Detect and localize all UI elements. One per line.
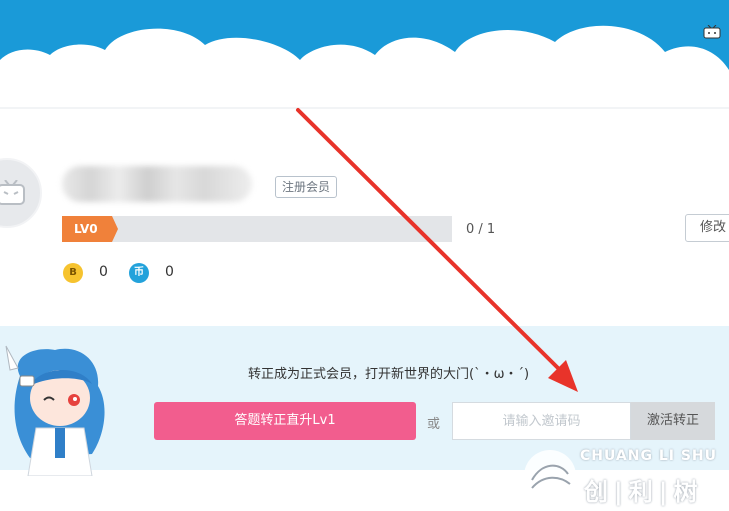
level-badge: LV0	[62, 216, 118, 242]
username-blurred	[62, 166, 252, 202]
mascot-illustration	[5, 345, 105, 476]
avatar[interactable]	[0, 158, 42, 228]
invite-code-input[interactable]	[452, 402, 631, 440]
tv-icon[interactable]	[703, 25, 721, 39]
account-page: 注册会员 LV0 0 / 1 修改 B 0 币 0 转正成为正式会员，打开新世界…	[0, 0, 729, 511]
level-exp-count: 0 / 1	[466, 222, 496, 237]
answer-quiz-button[interactable]: 答题转正直升Lv1	[154, 402, 416, 440]
activate-button[interactable]: 激活转正	[631, 402, 715, 440]
upgrade-message: 转正成为正式会员，打开新世界的大门(`・ω・´)	[248, 367, 530, 382]
header-banner	[0, 0, 729, 110]
register-member-badge: 注册会员	[275, 176, 338, 198]
coin-value: 0	[165, 264, 174, 280]
tv-avatar-icon	[0, 180, 25, 205]
b-coin-icon: B	[63, 263, 83, 283]
watermark-cn: 创|利|树	[584, 478, 704, 506]
watermark-en: CHUANG LI SHU	[580, 448, 718, 464]
or-label: 或	[427, 417, 441, 432]
coin-icon: 币	[129, 263, 149, 283]
level-progress-bar	[112, 216, 452, 242]
b-coin-value: 0	[99, 264, 108, 280]
edit-button[interactable]: 修改	[685, 214, 729, 242]
